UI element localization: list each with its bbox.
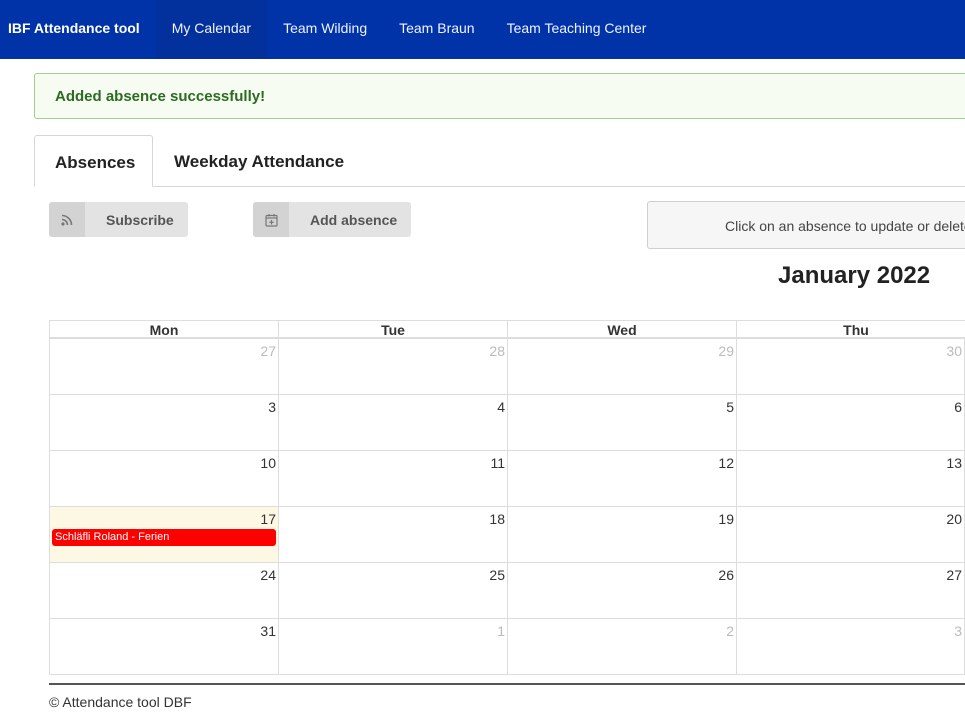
day-number: 3 (268, 399, 276, 415)
day-number: 12 (718, 455, 734, 471)
day-number: 20 (946, 511, 962, 527)
day-number: 29 (718, 343, 734, 359)
day-cell[interactable]: 31 (49, 618, 279, 675)
day-number: 27 (946, 567, 962, 583)
day-cell[interactable]: 30 (736, 338, 965, 395)
day-cell[interactable]: 28 (278, 338, 508, 395)
day-number: 28 (489, 343, 505, 359)
tab-absences[interactable]: Absences (34, 135, 153, 187)
hint-box: Click on an absence to update or delete (647, 201, 965, 249)
day-cell[interactable]: 27 (49, 338, 279, 395)
weekday-header-mon: Mon (49, 320, 279, 338)
top-navbar: IBF Attendance tool My Calendar Team Wil… (0, 0, 965, 59)
calendar-month-title: January 2022 (778, 262, 931, 289)
day-cell[interactable]: 10 (49, 450, 279, 507)
day-number: 24 (260, 567, 276, 583)
day-cell[interactable]: 29 (507, 338, 737, 395)
day-cell[interactable]: 5 (507, 394, 737, 451)
day-number: 26 (718, 567, 734, 583)
day-cell[interactable]: 26 (507, 562, 737, 619)
nav-my-calendar[interactable]: My Calendar (155, 0, 268, 59)
day-cell[interactable]: 25 (278, 562, 508, 619)
day-number: 4 (497, 399, 505, 415)
day-number: 27 (260, 343, 276, 359)
day-number: 3 (954, 623, 962, 639)
day-number: 10 (260, 455, 276, 471)
day-cell[interactable]: 3 (736, 618, 965, 675)
subscribe-label: Subscribe (106, 211, 174, 228)
day-cell[interactable]: 19 (507, 506, 737, 563)
day-number: 19 (718, 511, 734, 527)
day-cell[interactable]: 11 (278, 450, 508, 507)
day-cell[interactable]: 24 (49, 562, 279, 619)
weekday-header-wed: Wed (507, 320, 737, 338)
day-cell[interactable]: 6 (736, 394, 965, 451)
footer-divider (49, 683, 965, 685)
nav-team-wilding[interactable]: Team Wilding (267, 0, 383, 59)
day-cell[interactable]: 1 (278, 618, 508, 675)
day-cell-today[interactable]: 17 Schläfli Roland - Ferien (49, 506, 279, 563)
day-cell[interactable]: 2 (507, 618, 737, 675)
day-number: 30 (946, 343, 962, 359)
day-number: 25 (489, 567, 505, 583)
nav-team-braun[interactable]: Team Braun (383, 0, 490, 59)
day-number: 6 (954, 399, 962, 415)
tab-weekday-attendance[interactable]: Weekday Attendance (174, 135, 344, 187)
day-number: 2 (726, 623, 734, 639)
day-number: 17 (260, 511, 276, 527)
day-number: 31 (260, 623, 276, 639)
day-cell[interactable]: 4 (278, 394, 508, 451)
day-cell[interactable]: 20 (736, 506, 965, 563)
day-number: 13 (946, 455, 962, 471)
weekday-header-thu: Thu (736, 320, 965, 338)
brand-link[interactable]: IBF Attendance tool (0, 0, 156, 59)
footer-text: © Attendance tool DBF (49, 694, 192, 710)
day-number: 1 (497, 623, 505, 639)
weekday-header-tue: Tue (278, 320, 508, 338)
add-absence-label: Add absence (310, 211, 398, 228)
success-alert: Added absence successfully! (34, 73, 965, 119)
day-cell[interactable]: 18 (278, 506, 508, 563)
day-cell[interactable]: 3 (49, 394, 279, 451)
day-cell[interactable]: 27 (736, 562, 965, 619)
day-number: 18 (489, 511, 505, 527)
day-cell[interactable]: 12 (507, 450, 737, 507)
day-cell[interactable]: 13 (736, 450, 965, 507)
rss-icon (49, 202, 85, 237)
nav-team-teaching-center[interactable]: Team Teaching Center (491, 0, 663, 59)
day-number: 11 (490, 455, 505, 471)
day-number: 5 (726, 399, 734, 415)
calendar-plus-icon (253, 202, 289, 237)
absence-event[interactable]: Schläfli Roland - Ferien (52, 529, 276, 546)
add-absence-button[interactable]: Add absence (253, 202, 411, 237)
subscribe-button[interactable]: Subscribe (49, 202, 188, 237)
